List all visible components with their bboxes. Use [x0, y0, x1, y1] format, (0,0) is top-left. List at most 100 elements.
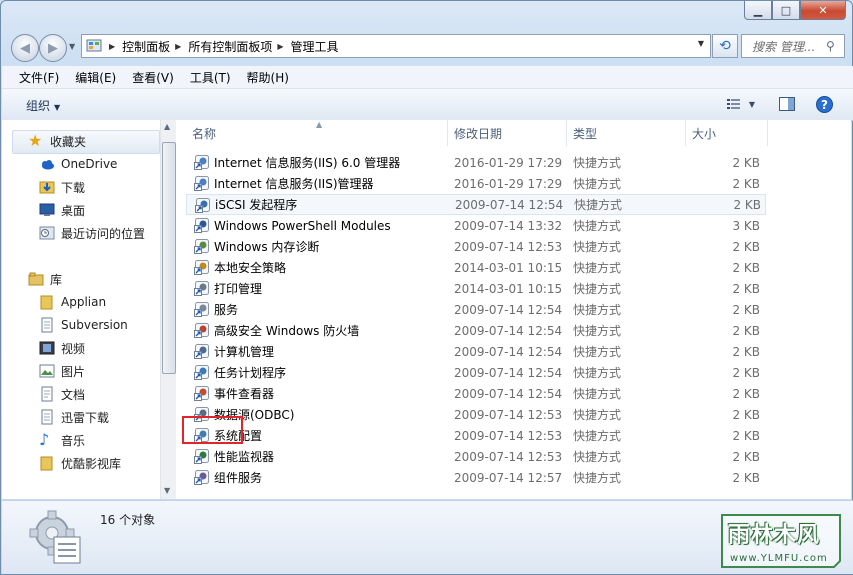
- nav-libraries[interactable]: 库: [28, 268, 62, 290]
- services-gear-icon: [194, 301, 210, 317]
- search-icon[interactable]: ⚲: [826, 39, 844, 53]
- file-name[interactable]: Windows PowerShell Modules: [214, 219, 391, 233]
- file-row[interactable]: 任务计划程序 2009-07-14 12:54 快捷方式 2 KB: [186, 362, 766, 383]
- recent-pages-dropdown[interactable]: ▼: [69, 42, 75, 51]
- menu-help[interactable]: 帮助(H): [239, 69, 297, 86]
- file-name[interactable]: Windows 内存诊断: [214, 238, 319, 255]
- file-row[interactable]: 打印管理 2014-03-01 10:15 快捷方式 2 KB: [186, 278, 766, 299]
- object-count: 16 个对象: [100, 513, 156, 527]
- preview-pane-button[interactable]: [777, 95, 797, 113]
- nav-item-label: 桌面: [61, 203, 86, 218]
- nav-favorites[interactable]: ★ 收藏夹: [28, 130, 86, 152]
- file-name[interactable]: iSCSI 发起程序: [215, 196, 297, 213]
- file-name[interactable]: 服务: [214, 301, 238, 318]
- file-row[interactable]: 数据源(ODBC) 2009-07-14 12:53 快捷方式 2 KB: [186, 404, 766, 425]
- minimize-button[interactable]: ▁: [744, 1, 772, 20]
- file-size: 2 KB: [732, 428, 760, 443]
- column-header-name[interactable]: 名称: [186, 120, 448, 146]
- file-name[interactable]: 组件服务: [214, 469, 262, 486]
- performance-monitor-icon: [194, 448, 210, 464]
- nav-item-videos[interactable]: 视频: [39, 337, 85, 359]
- search-box[interactable]: 搜索 管理... ⚲: [741, 34, 845, 58]
- menu-view[interactable]: 查看(V): [124, 69, 182, 86]
- nav-item-documents[interactable]: 文档: [39, 383, 85, 405]
- breadcrumb-control-panel[interactable]: 控制面板: [122, 38, 170, 55]
- file-date: 2009-07-14 12:54: [454, 323, 563, 338]
- address-dropdown-icon[interactable]: ▼: [698, 39, 704, 48]
- downloads-folder-icon: [39, 181, 55, 194]
- search-placeholder[interactable]: 搜索 管理...: [742, 38, 826, 55]
- file-date: 2009-07-14 12:54: [454, 302, 563, 317]
- file-row[interactable]: 本地安全策略 2014-03-01 10:15 快捷方式 2 KB: [186, 257, 766, 278]
- file-row[interactable]: 计算机管理 2009-07-14 12:54 快捷方式 2 KB: [186, 341, 766, 362]
- nav-item-recent-places[interactable]: 最近访问的位置: [39, 222, 145, 244]
- nav-item-label: 优酷影视库: [61, 456, 122, 471]
- close-button[interactable]: ✕: [800, 1, 846, 20]
- column-header-type[interactable]: 类型: [567, 120, 686, 146]
- file-row[interactable]: iSCSI 发起程序 2009-07-14 12:54 快捷方式 2 KB: [186, 194, 766, 215]
- file-row[interactable]: Windows PowerShell Modules 2009-07-14 13:…: [186, 215, 766, 236]
- file-row[interactable]: 事件查看器 2009-07-14 12:54 快捷方式 2 KB: [186, 383, 766, 404]
- file-name[interactable]: 任务计划程序: [214, 364, 286, 381]
- iscsi-icon: [195, 197, 211, 213]
- forward-button[interactable]: ▶: [39, 34, 67, 62]
- file-name[interactable]: 高级安全 Windows 防火墙: [214, 322, 359, 339]
- menu-edit[interactable]: 编辑(E): [67, 69, 124, 86]
- menu-file[interactable]: 文件(F): [2, 69, 67, 86]
- file-row[interactable]: 高级安全 Windows 防火墙 2009-07-14 12:54 快捷方式 2 KB: [186, 320, 766, 341]
- file-type: 快捷方式: [573, 324, 622, 338]
- column-header-size[interactable]: 大小: [686, 120, 768, 146]
- recent-places-icon: [39, 226, 55, 240]
- file-name[interactable]: 计算机管理: [214, 343, 274, 360]
- breadcrumb-admin-tools[interactable]: 管理工具: [291, 38, 339, 55]
- organize-button[interactable]: 组织 ▼: [26, 97, 60, 114]
- nav-item-thunder-downloads[interactable]: 迅雷下载: [39, 406, 109, 428]
- scroll-up-icon[interactable]: ▲: [164, 122, 170, 131]
- nav-item-onedrive[interactable]: OneDrive: [39, 153, 117, 175]
- change-view-button[interactable]: ▼: [724, 95, 758, 113]
- caption-buttons: ▁ □ ✕: [744, 1, 846, 20]
- file-row[interactable]: 组件服务 2009-07-14 12:57 快捷方式 2 KB: [186, 467, 766, 488]
- nav-pane-scrollbar[interactable]: ▲ ▼: [160, 120, 176, 499]
- nav-item-desktop[interactable]: 桌面: [39, 199, 85, 221]
- file-name[interactable]: 性能监视器: [214, 448, 274, 465]
- file-name[interactable]: Internet 信息服务(IIS)管理器: [214, 175, 374, 192]
- file-type: 快捷方式: [573, 177, 622, 191]
- view-dropdown-icon: ▼: [748, 99, 756, 109]
- column-header-date[interactable]: 修改日期: [448, 120, 567, 146]
- nav-item-applian[interactable]: Applian: [39, 291, 106, 313]
- navigation-pane: ★ 收藏夹 OneDrive 下载 桌面 最近访问的位置 库 Applian S…: [2, 120, 160, 499]
- maximize-button[interactable]: □: [772, 1, 800, 20]
- nav-item-youku[interactable]: 优酷影视库: [39, 452, 121, 474]
- scroll-down-icon[interactable]: ▼: [164, 486, 170, 495]
- file-row[interactable]: Internet 信息服务(IIS)管理器 2016-01-29 17:29 快捷方…: [186, 173, 766, 194]
- help-button[interactable]: ?: [814, 95, 834, 113]
- file-row[interactable]: 性能监视器 2009-07-14 12:53 快捷方式 2 KB: [186, 446, 766, 467]
- nav-item-subversion[interactable]: Subversion: [39, 314, 128, 336]
- breadcrumb-separator-icon[interactable]: ▶: [175, 42, 181, 51]
- file-name[interactable]: 事件查看器: [214, 385, 274, 402]
- file-type: 快捷方式: [573, 156, 622, 170]
- breadcrumb-separator-icon[interactable]: ▶: [109, 42, 115, 51]
- file-row[interactable]: 系统配置 2009-07-14 12:53 快捷方式 2 KB: [186, 425, 766, 446]
- back-button[interactable]: ◀: [11, 34, 39, 62]
- nav-item-music[interactable]: ♪ 音乐: [39, 429, 85, 451]
- menu-tools[interactable]: 工具(T): [182, 69, 239, 86]
- file-row[interactable]: Internet 信息服务(IIS) 6.0 管理器 2016-01-29 17:…: [186, 152, 766, 173]
- file-name[interactable]: Internet 信息服务(IIS) 6.0 管理器: [214, 154, 400, 171]
- scroll-thumb[interactable]: [162, 142, 176, 374]
- file-row[interactable]: Windows 内存诊断 2009-07-14 12:53 快捷方式 2 KB: [186, 236, 766, 257]
- file-name[interactable]: 打印管理: [214, 280, 262, 297]
- breadcrumb-separator-icon[interactable]: ▶: [277, 42, 283, 51]
- refresh-button[interactable]: ⟲: [712, 34, 738, 58]
- file-row[interactable]: 服务 2009-07-14 12:54 快捷方式 2 KB: [186, 299, 766, 320]
- component-services-icon: [194, 469, 210, 485]
- video-icon: [39, 341, 55, 355]
- breadcrumb-all-items[interactable]: 所有控制面板项: [188, 38, 272, 55]
- nav-item-pictures[interactable]: 图片: [39, 360, 85, 382]
- control-panel-icon: [86, 39, 102, 52]
- nav-item-downloads[interactable]: 下载: [39, 176, 85, 198]
- address-bar[interactable]: ▶ 控制面板 ▶ 所有控制面板项 ▶ 管理工具 ▼: [81, 34, 711, 58]
- file-name[interactable]: 本地安全策略: [214, 259, 286, 276]
- nav-item-label: 图片: [61, 364, 86, 379]
